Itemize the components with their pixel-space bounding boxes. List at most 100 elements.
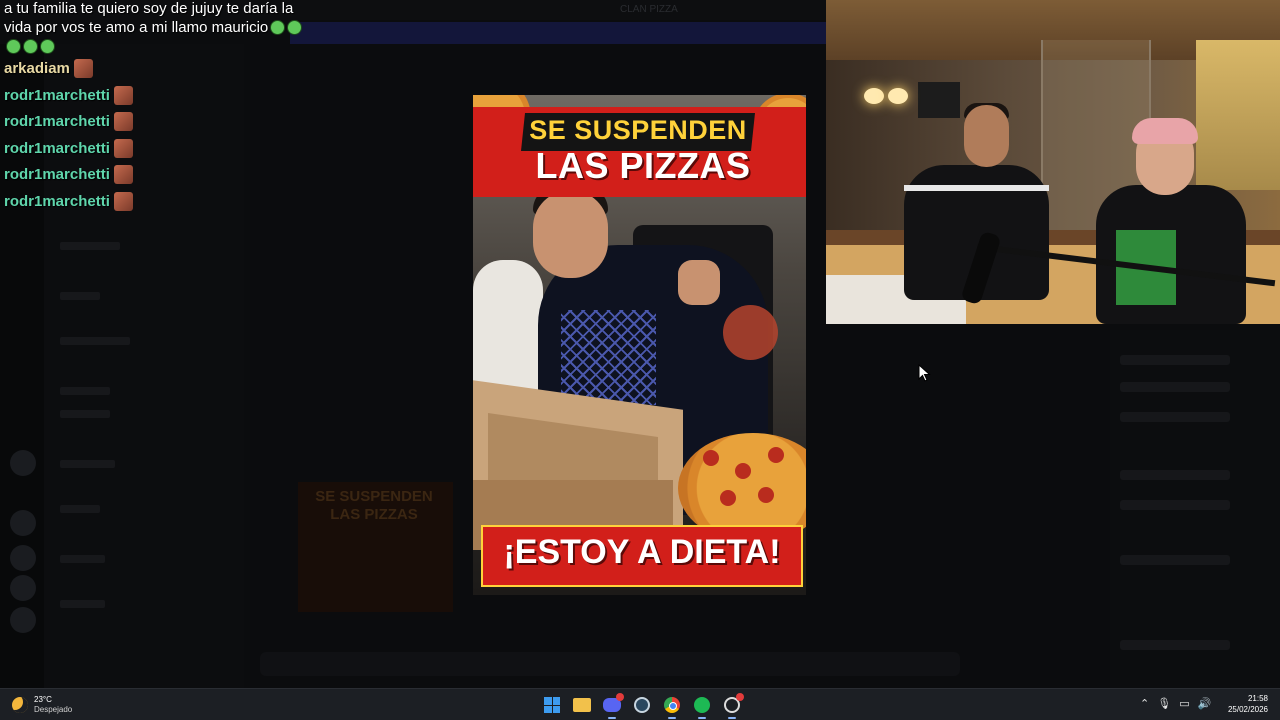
- chat-username: rodr1marchetti: [4, 139, 110, 157]
- weather-condition: Despejado: [34, 705, 73, 714]
- file-explorer-button[interactable]: [570, 693, 594, 717]
- chat-line: rodr1marchetti: [4, 188, 304, 215]
- chat-line: rodr1marchetti: [4, 135, 304, 162]
- steam-button[interactable]: [630, 693, 654, 717]
- weather-widget[interactable]: 23°C Despejado: [12, 695, 72, 715]
- server-icon: [10, 450, 36, 476]
- chrome-icon: [664, 697, 680, 713]
- chat-username: rodr1marchetti: [4, 113, 110, 131]
- channel-placeholder: [60, 387, 110, 395]
- chat-emote-icon: [113, 112, 133, 132]
- thumbnail-title-line1: SE SUSPENDEN: [529, 115, 747, 145]
- notification-badge: [736, 693, 744, 701]
- member-placeholder: [1120, 412, 1230, 422]
- streamer-left-shirt-stripe: [904, 185, 1049, 191]
- thumbnail-shirt-print: [561, 310, 656, 405]
- streamer-right-hair: [1132, 118, 1198, 144]
- chat-username: rodr1marchetti: [4, 86, 110, 104]
- steam-icon: [634, 697, 650, 713]
- taskbar-apps: [540, 693, 744, 719]
- pepperoni: [735, 463, 751, 479]
- server-icon: [10, 545, 36, 571]
- streamer-left-face: [964, 105, 1009, 167]
- chrome-button[interactable]: [660, 693, 684, 719]
- thumbnail-title-line2: LAS PIZZAS: [535, 145, 751, 186]
- chevron-up-icon[interactable]: ⌃: [1140, 697, 1149, 710]
- channel-placeholder: [60, 242, 120, 250]
- channel-placeholder: [60, 410, 110, 418]
- channel-placeholder: [60, 292, 100, 300]
- channel-placeholder: [60, 337, 130, 345]
- discord-button[interactable]: [600, 693, 624, 719]
- pepperoni: [703, 450, 719, 466]
- stream-chat-overlay: a tu familia te quiero soy de jujuy te d…: [4, 0, 304, 215]
- clock-date: 25/02/2026: [1227, 705, 1268, 714]
- chat-emote-icon: [113, 165, 133, 185]
- channel-placeholder: [60, 460, 115, 468]
- chat-message: a tu familia te quiero soy de jujuy te d…: [4, 0, 304, 56]
- moon-icon: [12, 697, 28, 713]
- member-placeholder: [1120, 555, 1230, 565]
- chat-lines: arkadiam rodr1marchetti rodr1marchetti rodr…: [4, 56, 304, 215]
- face-emoji-icon: [270, 20, 286, 36]
- member-placeholder: [1120, 640, 1230, 650]
- spotify-button[interactable]: [690, 693, 714, 719]
- discord-message-input: [260, 652, 960, 676]
- other-app-button[interactable]: [720, 693, 744, 719]
- taskbar-clock[interactable]: 21:58 25/02/2026: [1222, 693, 1268, 715]
- folder-icon: [573, 698, 591, 712]
- room-tv: [918, 82, 960, 118]
- server-icon: [10, 510, 36, 536]
- pepperoni: [768, 447, 784, 463]
- notification-badge: [616, 693, 624, 701]
- mouse-cursor-icon: [918, 364, 931, 382]
- face-emoji-icon: [6, 38, 21, 54]
- server-icon: [10, 607, 36, 633]
- windows-taskbar: 23°C Despejado ⌃ 🎙 ▭ 🔊 21:58 25/02/2026: [0, 688, 1280, 720]
- microphone-icon[interactable]: 🎙: [1157, 697, 1171, 710]
- server-icon: [10, 575, 36, 601]
- volume-icon[interactable]: 🔊: [1198, 697, 1212, 710]
- webcam-feed: [826, 0, 1280, 324]
- weather-temperature: 23°C: [34, 695, 52, 704]
- chat-line: rodr1marchetti: [4, 82, 304, 109]
- thumbnail-hand-gesture: [678, 260, 720, 305]
- clock-time: 21:58: [1247, 694, 1268, 703]
- pepperoni: [720, 490, 736, 506]
- thumbnail-tattoo-arm: [723, 305, 778, 360]
- chat-line: rodr1marchetti: [4, 109, 304, 136]
- system-tray: ⌃ 🎙 ▭ 🔊: [1140, 697, 1211, 710]
- chat-line: arkadiam: [4, 56, 304, 83]
- discord-title-text: CLAN PIZZA: [620, 4, 678, 15]
- member-placeholder: [1120, 500, 1230, 510]
- face-emoji-icon: [40, 38, 55, 54]
- chat-username: rodr1marchetti: [4, 192, 110, 210]
- chat-emote-icon: [73, 59, 93, 79]
- room-doorway: [1196, 40, 1280, 190]
- lamp: [864, 88, 884, 104]
- face-emoji-icon: [23, 38, 38, 54]
- chat-message-text: a tu familia te quiero soy de jujuy te d…: [4, 0, 294, 36]
- youtube-thumbnail: SE SUSPENDEN LAS PIZZAS ¡ESTOY A DIETA!: [473, 95, 806, 595]
- network-icon[interactable]: ▭: [1179, 697, 1189, 710]
- windows-icon: [544, 697, 560, 713]
- face-emoji-icon: [287, 20, 303, 36]
- chat-username: arkadiam: [4, 60, 70, 78]
- thumbnail-caption: ¡ESTOY A DIETA!: [503, 533, 781, 571]
- spotify-icon: [694, 697, 710, 713]
- channel-placeholder: [60, 505, 100, 513]
- chat-emote-icon: [113, 191, 133, 211]
- chat-emote-icon: [113, 138, 133, 158]
- discord-message-image-title: SE SUSPENDEN LAS PIZZAS: [315, 488, 433, 523]
- chat-emote-icon: [113, 85, 133, 105]
- channel-placeholder: [60, 555, 105, 563]
- member-placeholder: [1120, 355, 1230, 365]
- member-placeholder: [1120, 382, 1230, 392]
- start-button[interactable]: [540, 693, 564, 717]
- thumbnail-person-face: [533, 190, 608, 278]
- pepperoni: [758, 487, 774, 503]
- channel-placeholder: [60, 600, 105, 608]
- chat-username: rodr1marchetti: [4, 166, 110, 184]
- lamp: [888, 88, 908, 104]
- chat-line: rodr1marchetti: [4, 162, 304, 189]
